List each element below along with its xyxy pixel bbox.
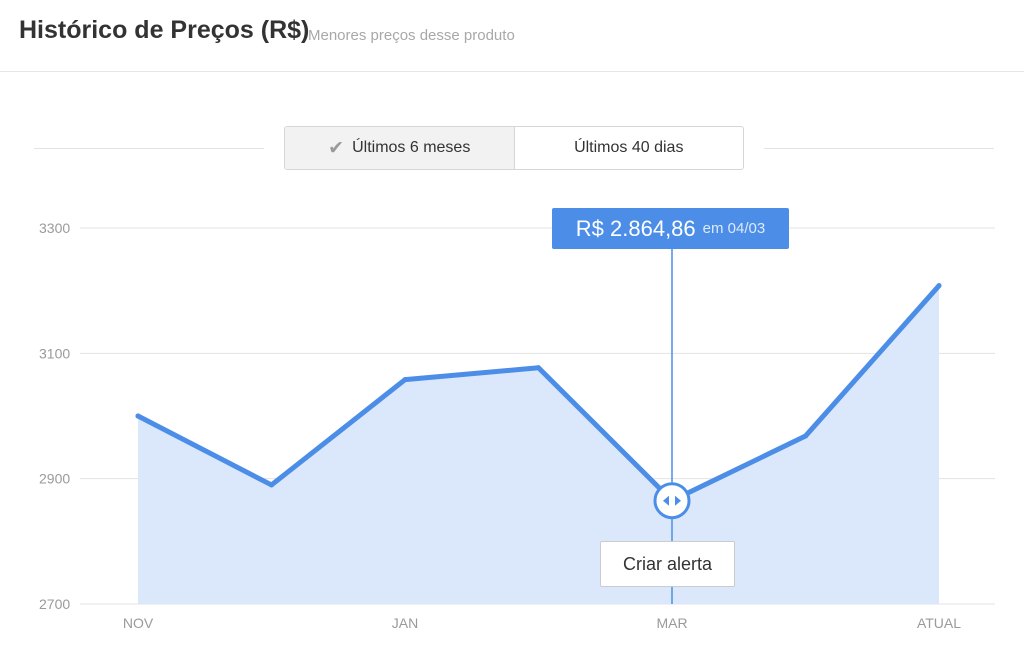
tooltip-date: em 04/03 (702, 220, 766, 237)
x-tick-label: JAN (392, 615, 418, 631)
y-tick-label: 2700 (39, 596, 70, 612)
y-tick-label: 3100 (39, 345, 70, 361)
y-tick-label: 3300 (39, 220, 70, 236)
drag-handle[interactable] (653, 482, 691, 520)
data-point (936, 283, 942, 289)
tooltip-price: R$ 2.864,86 (575, 215, 696, 241)
data-point (269, 482, 274, 488)
data-point (402, 377, 408, 383)
price-tooltip: R$ 2.864,86 em 04/03 (552, 208, 789, 249)
data-point (536, 365, 541, 371)
create-alert-button[interactable]: Criar alerta (600, 541, 735, 587)
price-area (138, 285, 939, 604)
data-point (803, 433, 808, 439)
x-tick-label: NOV (123, 615, 154, 631)
y-tick-label: 2900 (39, 471, 70, 487)
price-chart: 2700 2900 3100 3300 NOV JAN MAR ATUAL (39, 220, 995, 631)
data-point (135, 413, 141, 419)
x-tick-label: MAR (656, 615, 687, 631)
x-tick-label: ATUAL (917, 615, 961, 631)
